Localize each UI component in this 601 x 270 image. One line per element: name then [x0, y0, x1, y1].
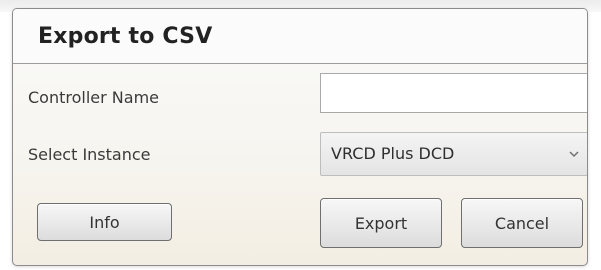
export-button[interactable]: Export — [320, 198, 442, 248]
controller-name-label: Controller Name — [28, 88, 159, 107]
dialog-header: Export to CSV — [13, 9, 587, 64]
instance-select[interactable]: VRCD Plus DCD — [320, 132, 587, 176]
info-button[interactable]: Info — [37, 203, 172, 241]
export-csv-dialog: Export to CSV Controller Name Select Ins… — [12, 8, 588, 266]
chevron-down-icon — [569, 151, 579, 158]
select-instance-label: Select Instance — [28, 145, 151, 164]
controller-name-input[interactable] — [320, 73, 587, 113]
dialog-title: Export to CSV — [38, 24, 213, 49]
instance-select-value: VRCD Plus DCD — [331, 144, 455, 163]
cancel-button[interactable]: Cancel — [461, 198, 583, 248]
